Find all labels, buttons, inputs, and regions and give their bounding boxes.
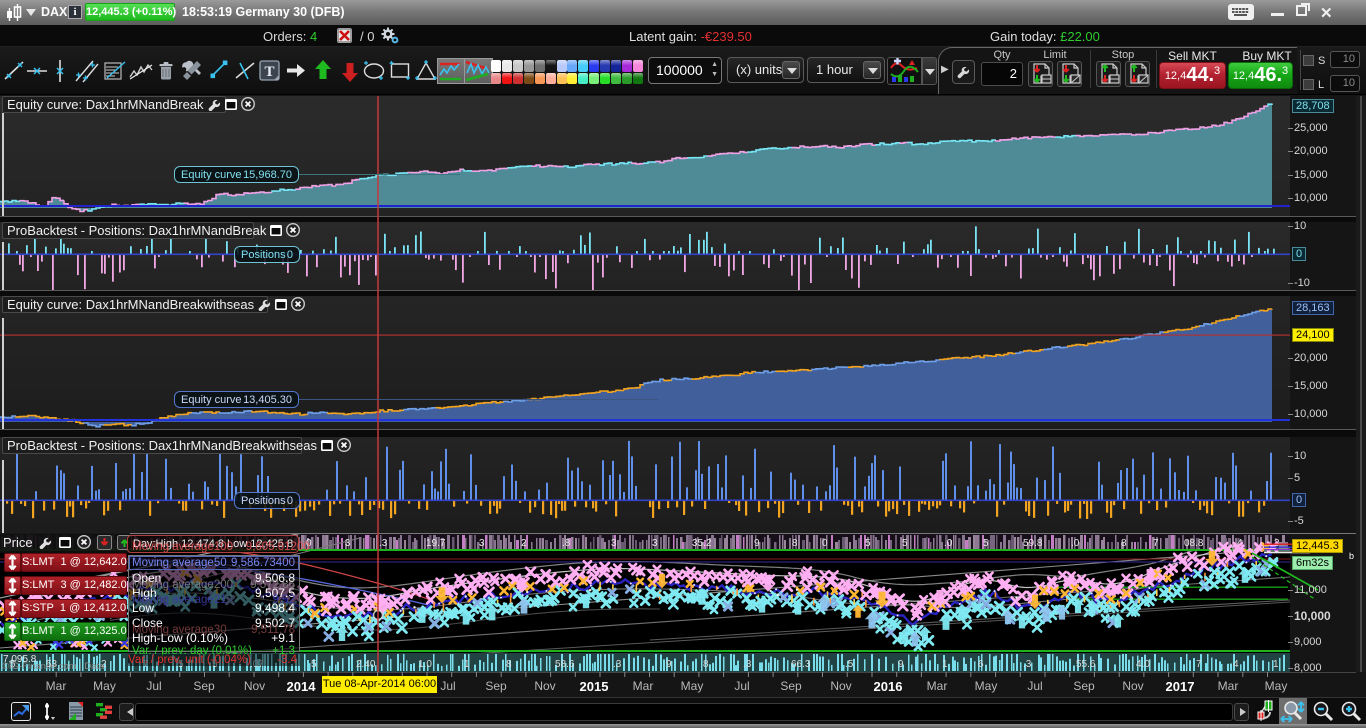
svg-text:1: 1 <box>464 659 470 670</box>
svg-text:8: 8 <box>1121 538 1127 549</box>
svg-text:4: 4 <box>1233 659 1239 670</box>
svg-text:3: 3 <box>479 538 485 549</box>
svg-text:1.0: 1.0 <box>418 659 432 670</box>
svg-text:.3: .3 <box>613 659 622 670</box>
svg-text:0: 0 <box>822 538 828 549</box>
svg-text:.8: .8 <box>562 538 571 549</box>
svg-text:7: 7 <box>1153 538 1159 549</box>
svg-text:19.7: 19.7 <box>426 538 446 549</box>
svg-text:.3: .3 <box>743 659 752 670</box>
svg-text:59.8: 59.8 <box>1023 538 1043 549</box>
svg-text:3: 3 <box>652 538 658 549</box>
svg-text:.0: .0 <box>944 538 953 549</box>
svg-text:9: 9 <box>754 538 760 549</box>
svg-text:08.8: 08.8 <box>1184 538 1204 549</box>
svg-text:5: 5 <box>311 659 317 670</box>
svg-text:.3: .3 <box>1023 659 1032 670</box>
svg-text:55.6: 55.6 <box>1076 659 1096 670</box>
svg-text:5: 5 <box>865 538 871 549</box>
svg-text:58.6: 58.6 <box>555 659 575 670</box>
svg-text:66.3: 66.3 <box>791 659 811 670</box>
svg-text:1: 1 <box>942 659 948 670</box>
svg-text:8: 8 <box>506 659 512 670</box>
svg-text:5: 5 <box>983 538 989 549</box>
svg-text:8: 8 <box>703 659 709 670</box>
svg-text:8: 8 <box>792 538 798 549</box>
svg-text:5: 5 <box>902 538 908 549</box>
svg-text:3: 3 <box>611 538 617 549</box>
svg-text:9: 9 <box>898 659 904 670</box>
svg-text:4.0: 4.0 <box>1136 659 1150 670</box>
svg-text:.3: .3 <box>379 538 388 549</box>
svg-text:.0: .0 <box>1071 538 1080 549</box>
svg-text:9: 9 <box>666 659 672 670</box>
svg-text:1: 1 <box>1273 659 1279 670</box>
svg-text:35.2: 35.2 <box>692 538 712 549</box>
svg-text:2.40: 2.40 <box>356 659 376 670</box>
svg-text:2: 2 <box>521 538 527 549</box>
svg-text:.5: .5 <box>845 659 854 670</box>
svg-text:6: 6 <box>978 659 984 670</box>
svg-text:3: 3 <box>345 538 351 549</box>
svg-text:7: 7 <box>1196 659 1202 670</box>
